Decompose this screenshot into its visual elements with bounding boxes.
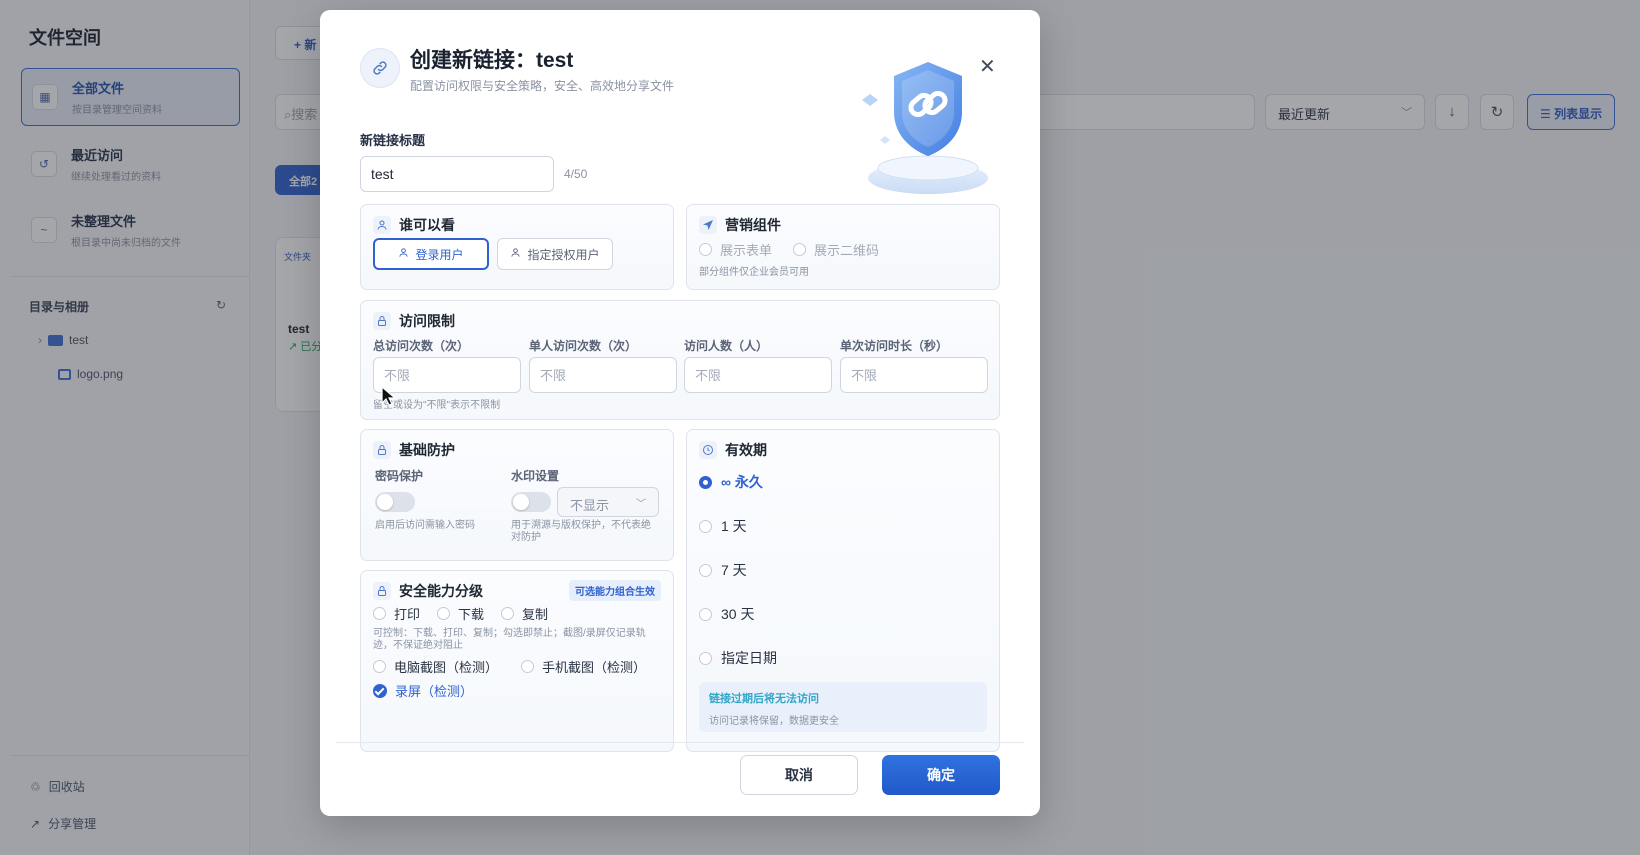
mobile-screenshot-option[interactable]: 手机截图（检测） [521,657,646,676]
option-label: 复制 [522,607,549,622]
security-level-panel: 安全能力分级 可选能力组合生效 打印 下载 复制 可控制：下载、打印、复制；勾选… [360,570,674,752]
confirm-button[interactable]: 确定 [882,755,1000,795]
option-label: 展示表单 [720,243,773,258]
checkbox-checked[interactable] [373,683,387,698]
cancel-button[interactable]: 取消 [740,755,858,795]
expiry-info-box: 链接过期后将无法访问 访问记录将保留，数据更安全 [699,682,987,732]
clock-icon [699,441,717,459]
show-form-option[interactable]: 展示表单 [699,240,772,259]
panel-heading: 有效期 [725,442,767,458]
watermark-toggle[interactable] [511,492,551,512]
dialog-subtitle: 配置访问权限与安全策略，安全、高效地分享文件 [410,79,675,93]
select-value: 不显示 [570,498,610,513]
option-label: 展示二维码 [814,243,880,258]
checkbox[interactable] [521,660,534,673]
visit-duration-label: 单次访问时长（秒） [840,339,949,353]
radio-button[interactable] [699,519,712,533]
lock-icon [373,312,391,330]
password-toggle[interactable] [375,492,415,512]
visit-duration-input[interactable] [840,357,988,393]
option-label: 7 天 [721,562,747,578]
footer-divider [336,742,1024,743]
char-counter: 4/50 [564,167,588,181]
total-visits-label: 总访问次数（次） [373,339,470,353]
radio-button[interactable] [699,607,712,621]
dialog-title: 创建新链接：test [410,49,574,72]
option-label: 电脑截图（检测） [394,660,499,675]
marketing-note: 部分组件仅企业会员可用 [699,267,809,278]
button-label: 指定授权用户 [527,247,600,262]
security-note: 可控制：下载、打印、复制；勾选即禁止；截图/录屏仅记录轨迹，不保证绝对阻止 [373,628,646,651]
link-title-label: 新链接标题 [360,133,426,148]
password-note: 启用后访问需输入密码 [375,520,475,531]
mouse-cursor-icon [381,385,397,406]
expiry-1day-option[interactable]: 1 天 [699,516,747,536]
link-title-input[interactable] [360,156,554,192]
access-limits-panel: 访问限制 总访问次数（次） 单人访问次数（次） 访问人数（人） 单次访问时长（秒… [360,300,1000,420]
checkbox[interactable] [501,607,514,620]
radio-button[interactable] [699,475,712,489]
radio-button[interactable] [699,651,712,665]
option-label: 录屏（检测） [395,684,474,699]
option-label: 指定日期 [721,650,777,666]
audience-logged-in-button[interactable]: 登录用户 [373,238,489,270]
combination-badge: 可选能力组合生效 [569,580,661,601]
lock-icon [373,582,391,600]
expiry-7day-option[interactable]: 7 天 [699,560,747,580]
expiry-info-title: 链接过期后将无法访问 [709,693,819,705]
audience-authorized-button[interactable]: 指定授权用户 [497,238,613,270]
user-icon [510,247,521,261]
panel-heading: 谁可以看 [399,217,455,233]
per-user-visits-input[interactable] [529,357,677,393]
panel-heading: 安全能力分级 [399,583,483,599]
basic-protection-panel: 基础防护 密码保护 启用后访问需输入密码 水印设置 不显示 ﹀ 用于溯源与版权保… [360,429,674,561]
screen-record-option[interactable]: 录屏（检测） [373,681,473,700]
password-label: 密码保护 [375,469,424,483]
download-option[interactable]: 下载 [437,604,484,623]
send-icon [699,216,717,234]
expiry-forever-option[interactable]: ∞ 永久 [699,472,763,492]
create-link-dialog: 创建新链接：test 配置访问权限与安全策略，安全、高效地分享文件 ✕ 新链接标… [320,10,1040,816]
radio-button[interactable] [699,563,712,577]
per-user-visits-label: 单人访问次数（次） [529,339,638,353]
option-label: 下载 [458,607,485,622]
user-icon [373,216,391,234]
link-icon [360,48,400,88]
visitor-count-label: 访问人数（人） [684,339,769,353]
expiry-panel: 有效期 ∞ 永久 1 天 7 天 30 天 指定日期 链接过期后将无法访问 访问… [686,429,1000,752]
show-qrcode-option[interactable]: 展示二维码 [793,240,879,259]
shield-link-illustration [862,62,988,194]
expiry-30day-option[interactable]: 30 天 [699,604,754,624]
pc-screenshot-option[interactable]: 电脑截图（检测） [373,657,498,676]
option-label: ∞ 永久 [721,474,763,490]
expiry-info-desc: 访问记录将保留，数据更安全 [709,716,839,727]
option-label: 1 天 [721,518,747,534]
user-icon [398,247,409,261]
checkbox[interactable] [373,607,386,620]
copy-option[interactable]: 复制 [501,604,548,623]
button-label: 登录用户 [415,247,464,262]
expiry-custom-date-option[interactable]: 指定日期 [699,648,777,668]
option-label: 打印 [394,607,421,622]
panel-heading: 访问限制 [399,313,455,329]
option-label: 手机截图（检测） [542,660,647,675]
watermark-note: 用于溯源与版权保护，不代表绝对防护 [511,520,651,543]
audience-panel: 谁可以看 登录用户 指定授权用户 [360,204,674,290]
panel-heading: 营销组件 [725,217,781,233]
checkbox[interactable] [373,660,386,673]
panel-heading: 基础防护 [399,442,455,458]
watermark-label: 水印设置 [511,469,560,483]
watermark-select[interactable]: 不显示 ﹀ [557,487,659,517]
close-icon[interactable]: ✕ [979,54,996,79]
chevron-down-icon: ﹀ [636,499,646,510]
radio-button[interactable] [699,243,712,256]
visitor-count-input[interactable] [684,357,832,393]
print-option[interactable]: 打印 [373,604,420,623]
marketing-panel: 营销组件 展示表单 展示二维码 部分组件仅企业会员可用 [686,204,1000,290]
option-label: 30 天 [721,606,755,622]
radio-button[interactable] [793,243,806,256]
lock-icon [373,441,391,459]
checkbox[interactable] [437,607,450,620]
